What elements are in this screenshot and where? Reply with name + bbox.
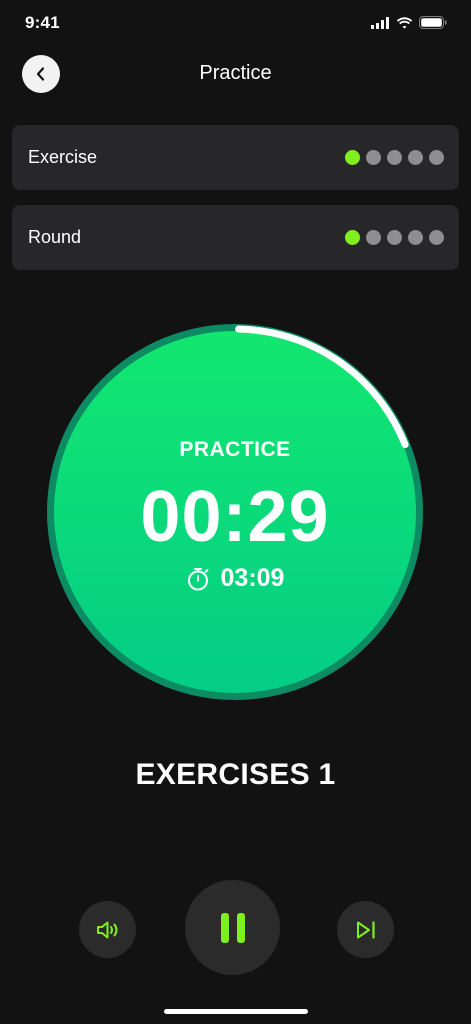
sound-button[interactable] [79, 901, 136, 958]
stopwatch-icon [187, 567, 209, 590]
progress-dot [387, 230, 402, 245]
progress-dot [387, 150, 402, 165]
wifi-icon [396, 16, 413, 29]
timer-countdown: 00:29 [140, 477, 330, 557]
exercise-name: EXERCISES 1 [135, 758, 336, 791]
status-time: 9:41 [25, 13, 60, 32]
page-title: Practice [199, 62, 272, 84]
progress-dot [345, 150, 360, 165]
progress-dot [366, 230, 381, 245]
battery-icon [419, 16, 447, 29]
header: Practice [0, 50, 471, 96]
round-progress-card: Round [12, 205, 459, 270]
speaker-icon [96, 921, 117, 938]
timer-total: 03:09 [43, 564, 427, 593]
status-icons [371, 16, 447, 29]
progress-dot [366, 150, 381, 165]
progress-dot [408, 150, 423, 165]
home-indicator[interactable] [164, 1009, 308, 1014]
round-progress-dots [345, 230, 444, 245]
timer-circle: PRACTICE 00:29 03:09 [43, 320, 427, 704]
progress-dot [345, 230, 360, 245]
progress-dot [429, 150, 444, 165]
exercise-progress-label: Exercise [28, 147, 98, 167]
exercise-progress-dots [345, 150, 444, 165]
pause-icon [220, 912, 245, 943]
cellular-signal-icon [371, 16, 389, 29]
skip-next-icon [356, 920, 375, 939]
timer-phase-label: PRACTICE [179, 438, 291, 461]
status-bar: 9:41 [0, 0, 471, 48]
timer-total-value: 03:09 [220, 564, 285, 592]
progress-dot [429, 230, 444, 245]
exercise-progress-card: Exercise [12, 125, 459, 190]
round-progress-label: Round [28, 227, 82, 247]
skip-next-button[interactable] [337, 901, 394, 958]
pause-button[interactable] [185, 880, 280, 975]
progress-dot [408, 230, 423, 245]
